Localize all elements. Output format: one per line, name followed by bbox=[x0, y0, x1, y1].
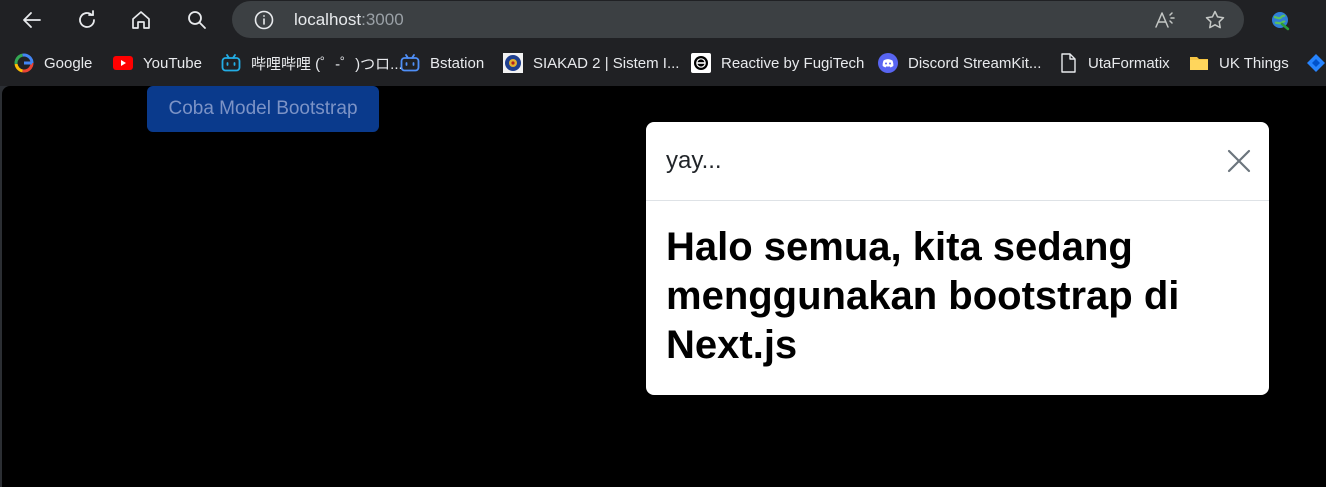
back-button[interactable] bbox=[17, 5, 47, 35]
refresh-button[interactable] bbox=[72, 5, 102, 35]
bookmark-label: Google bbox=[44, 54, 93, 72]
home-button[interactable] bbox=[126, 5, 156, 35]
bookmark-bilibili[interactable]: 哔哩哔哩 (゜-゜)つロ... bbox=[221, 52, 403, 74]
bookmark-label: Discord StreamKit... bbox=[908, 54, 1042, 72]
modal-dialog: yay... Halo semua, kita sedang menggunak… bbox=[646, 122, 1269, 395]
youtube-icon bbox=[113, 53, 133, 73]
bookmark-reactive[interactable]: Reactive by FugiTech bbox=[691, 52, 864, 74]
address-bar[interactable]: localhost:3000 bbox=[232, 1, 1244, 38]
modal-title: yay... bbox=[666, 147, 722, 174]
bookmark-label: UtaFormatix bbox=[1088, 54, 1170, 72]
bookmark-google[interactable]: Google bbox=[14, 52, 92, 74]
folder-icon bbox=[1189, 53, 1209, 73]
read-aloud-icon[interactable] bbox=[1154, 9, 1176, 31]
bilibili-icon bbox=[221, 53, 241, 73]
modal-body-heading: Halo semua, kita sedang menggunakan boot… bbox=[666, 225, 1180, 367]
search-button[interactable] bbox=[182, 5, 212, 35]
address-url[interactable]: localhost:3000 bbox=[294, 10, 404, 30]
bookmark-bstation[interactable]: Bstation bbox=[400, 52, 484, 74]
extension-globe-icon[interactable] bbox=[1268, 8, 1292, 32]
bookmark-label: SIAKAD 2 | Sistem I... bbox=[533, 54, 680, 72]
url-port: :3000 bbox=[361, 10, 404, 29]
page-viewport: Coba Model Bootstrap yay... Halo semua, … bbox=[2, 86, 1326, 487]
search-icon bbox=[188, 11, 206, 29]
bookmark-label: 哔哩哔哩 (゜-゜)つロ... bbox=[251, 55, 403, 73]
jira-icon bbox=[1306, 53, 1326, 73]
bilibili-icon bbox=[400, 53, 420, 73]
favorite-star-icon[interactable] bbox=[1204, 9, 1226, 31]
open-modal-button[interactable]: Coba Model Bootstrap bbox=[147, 86, 379, 132]
bookmarks-bar: Google YouTube 哔哩哔哩 (゜-゜)つロ... Bstation … bbox=[0, 40, 1326, 86]
google-icon bbox=[14, 53, 34, 73]
info-icon[interactable] bbox=[254, 10, 274, 30]
close-icon[interactable] bbox=[1227, 149, 1251, 173]
refresh-icon bbox=[79, 10, 95, 28]
browser-toolbar: localhost:3000 bbox=[0, 0, 1326, 40]
bookmark-label: YouTube bbox=[143, 54, 202, 72]
bookmark-label: Reactive by FugiTech bbox=[721, 54, 865, 72]
modal-header: yay... bbox=[646, 122, 1269, 201]
bookmark-overflow[interactable] bbox=[1306, 52, 1326, 74]
siakad-icon bbox=[503, 53, 523, 73]
discord-icon bbox=[878, 53, 898, 73]
file-icon bbox=[1058, 53, 1078, 73]
home-icon bbox=[132, 11, 150, 29]
bookmark-uk-things[interactable]: UK Things bbox=[1189, 52, 1289, 74]
bookmark-label: Bstation bbox=[430, 54, 485, 72]
bookmark-youtube[interactable]: YouTube bbox=[113, 52, 202, 74]
bookmark-label: UK Things bbox=[1219, 54, 1289, 72]
bookmark-siakad[interactable]: SIAKAD 2 | Sistem I... bbox=[503, 52, 679, 74]
reactive-icon bbox=[691, 53, 711, 73]
bookmark-discord[interactable]: Discord StreamKit... bbox=[878, 52, 1041, 74]
bookmark-utaformatix[interactable]: UtaFormatix bbox=[1058, 52, 1170, 74]
modal-body: Halo semua, kita sedang menggunakan boot… bbox=[646, 201, 1269, 370]
url-host: localhost bbox=[294, 10, 362, 29]
arrow-left-icon bbox=[23, 12, 41, 28]
